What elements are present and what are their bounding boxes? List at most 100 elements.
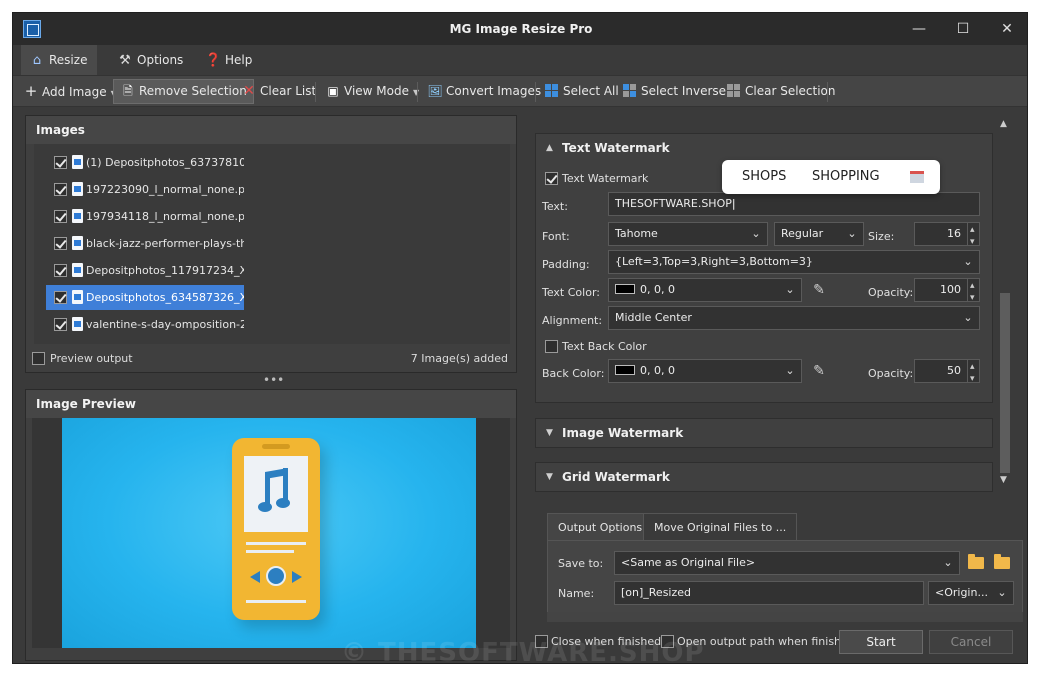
convert-images-button[interactable]: 🖼 Convert Images xyxy=(421,79,547,104)
tab-output-options-label: Output Options xyxy=(558,521,643,534)
grid-watermark-header[interactable]: ▼ Grid Watermark xyxy=(536,463,992,491)
clear-selection-button[interactable]: Clear Selection xyxy=(721,79,842,104)
spin-arrows-icon[interactable] xyxy=(967,223,979,245)
padding-value: {Left=3,Top=3,Right=3,Bottom=3} xyxy=(615,255,813,268)
text-watermark-enable-label: Text Watermark xyxy=(562,172,649,185)
chevron-down-icon: ⌄ xyxy=(963,255,973,268)
chevron-down-icon: ⌄ xyxy=(943,556,953,569)
size-stepper[interactable]: 16 xyxy=(914,222,980,246)
file-checkbox[interactable] xyxy=(54,291,67,304)
open-folder-icon[interactable] xyxy=(968,554,984,569)
text-watermark-checkbox[interactable] xyxy=(545,172,558,185)
add-image-button[interactable]: +Add Image▼ xyxy=(17,79,123,104)
plus-icon: + xyxy=(24,82,38,100)
list-item[interactable]: Depositphotos_117917234_X... xyxy=(46,258,244,283)
file-checkbox[interactable] xyxy=(54,318,67,331)
toolbar: +Add Image▼ 🗎Remove Selection ✕Clear Lis… xyxy=(13,75,1027,107)
chevron-down-icon: ▼ xyxy=(546,428,553,438)
text-back-color-checkbox[interactable] xyxy=(545,340,558,353)
list-item[interactable]: 197223090_l_normal_none.png xyxy=(46,177,244,202)
clear-list-button[interactable]: ✕ Clear List xyxy=(235,79,322,104)
opacity-stepper[interactable]: 100 xyxy=(914,278,980,302)
list-item[interactable]: 197934118_l_normal_none.png xyxy=(46,204,244,229)
font-label: Font: xyxy=(542,230,570,243)
file-checkbox[interactable] xyxy=(54,156,67,169)
opacity-value: 100 xyxy=(940,283,961,296)
list-item-selected[interactable]: Depositphotos_634587326_X... xyxy=(46,285,244,310)
opacity-label: Opacity: xyxy=(868,286,914,299)
scroll-up-icon[interactable]: ▲ xyxy=(1000,119,1007,129)
file-checkbox[interactable] xyxy=(54,183,67,196)
grid-watermark-title: Grid Watermark xyxy=(562,470,670,484)
text-watermark-header[interactable]: ▲ Text Watermark xyxy=(536,134,992,162)
store-icon[interactable] xyxy=(910,171,924,183)
font-style-select[interactable]: Regular ⌄ xyxy=(774,222,864,246)
select-all-button[interactable]: Select All xyxy=(539,79,625,104)
preview-output-checkbox[interactable] xyxy=(32,352,45,365)
size-value: 16 xyxy=(947,227,961,240)
eyedropper-icon[interactable]: ✎ xyxy=(810,362,828,380)
browse-folder-icon[interactable] xyxy=(994,554,1010,569)
tab-resize[interactable]: ⌂ Resize xyxy=(21,45,98,75)
toolbar-divider xyxy=(827,82,828,102)
volume-line xyxy=(246,600,306,603)
ribbon-tabs: ⌂ Resize ⚒ Options ❓ Help xyxy=(13,45,1027,75)
font-select[interactable]: Tahome ⌄ xyxy=(608,222,768,246)
list-item[interactable]: black-jazz-performer-plays-th... xyxy=(46,231,244,256)
window-title: MG Image Resize Pro xyxy=(449,22,593,36)
file-name: Depositphotos_117917234_X... xyxy=(86,264,244,277)
back-opacity-stepper[interactable]: 50 xyxy=(914,359,980,383)
splitter-handle[interactable]: ••• xyxy=(263,373,284,387)
maximize-button[interactable]: ☐ xyxy=(941,13,985,45)
start-button[interactable]: Start xyxy=(839,630,923,654)
tab-output-options[interactable]: Output Options xyxy=(547,513,654,541)
text-color-select[interactable]: 0, 0, 0 ⌄ xyxy=(608,278,802,302)
suggestion-shops[interactable]: SHOPS xyxy=(742,160,786,194)
tab-move-original-files[interactable]: Move Original Files to ... xyxy=(643,513,798,541)
size-label: Size: xyxy=(868,230,895,243)
settings-scrollbar[interactable]: ▲ ▼ xyxy=(997,117,1013,487)
file-name: (1) Depositphotos_63737810... xyxy=(86,156,244,169)
file-checkbox[interactable] xyxy=(54,264,67,277)
scrollbar-thumb[interactable] xyxy=(1000,293,1010,473)
image-preview-area xyxy=(32,418,510,648)
image-file-icon xyxy=(72,290,83,304)
save-to-select[interactable]: <Same as Original File> ⌄ xyxy=(614,551,960,575)
image-count: 7 Image(s) added xyxy=(410,352,508,365)
chevron-down-icon: ⌄ xyxy=(785,364,795,377)
view-mode-button[interactable]: ▣View Mode▼ xyxy=(319,79,425,104)
spin-arrows-icon[interactable] xyxy=(967,279,979,301)
close-button[interactable]: ✕ xyxy=(985,13,1027,45)
alignment-select[interactable]: Middle Center ⌄ xyxy=(608,306,980,330)
file-checkbox[interactable] xyxy=(54,210,67,223)
image-watermark-header[interactable]: ▼ Image Watermark xyxy=(536,419,992,447)
suggestion-shopping[interactable]: SHOPPING xyxy=(812,160,880,194)
name-input[interactable]: [on]_Resized xyxy=(614,581,924,605)
toolbar-divider xyxy=(315,82,316,102)
eyedropper-icon[interactable]: ✎ xyxy=(810,281,828,299)
list-item[interactable]: (1) Depositphotos_63737810... xyxy=(46,150,244,175)
scroll-down-icon[interactable]: ▼ xyxy=(1000,475,1007,485)
cancel-button[interactable]: Cancel xyxy=(929,630,1013,654)
list-item[interactable]: valentine-s-day-omposition-2... xyxy=(46,312,244,337)
watermark-text-input[interactable]: THESOFTWARE.SHOP| xyxy=(608,192,980,216)
toolbar-divider xyxy=(417,82,418,102)
tab-help[interactable]: ❓ Help xyxy=(197,45,262,75)
view-mode-icon: ▣ xyxy=(327,84,339,98)
back-color-select[interactable]: 0, 0, 0 ⌄ xyxy=(608,359,802,383)
text-back-color-label: Text Back Color xyxy=(562,340,647,353)
name-option-select[interactable]: <Origin... ⌄ xyxy=(928,581,1014,605)
select-all-icon xyxy=(545,84,558,97)
text-label: Text: xyxy=(542,200,568,213)
progress-line xyxy=(246,542,306,545)
back-color-label: Back Color: xyxy=(542,367,605,380)
padding-select[interactable]: {Left=3,Top=3,Right=3,Bottom=3} ⌄ xyxy=(608,250,980,274)
remove-selection-button[interactable]: 🗎 Remove Selection xyxy=(113,79,254,104)
minimize-button[interactable]: — xyxy=(897,13,941,45)
spin-arrows-icon[interactable] xyxy=(967,360,979,382)
image-file-icon xyxy=(72,155,83,169)
alignment-label: Alignment: xyxy=(542,314,603,327)
select-inverse-button[interactable]: Select Inverse xyxy=(617,79,732,104)
tab-options[interactable]: ⚒ Options xyxy=(109,45,193,75)
file-checkbox[interactable] xyxy=(54,237,67,250)
